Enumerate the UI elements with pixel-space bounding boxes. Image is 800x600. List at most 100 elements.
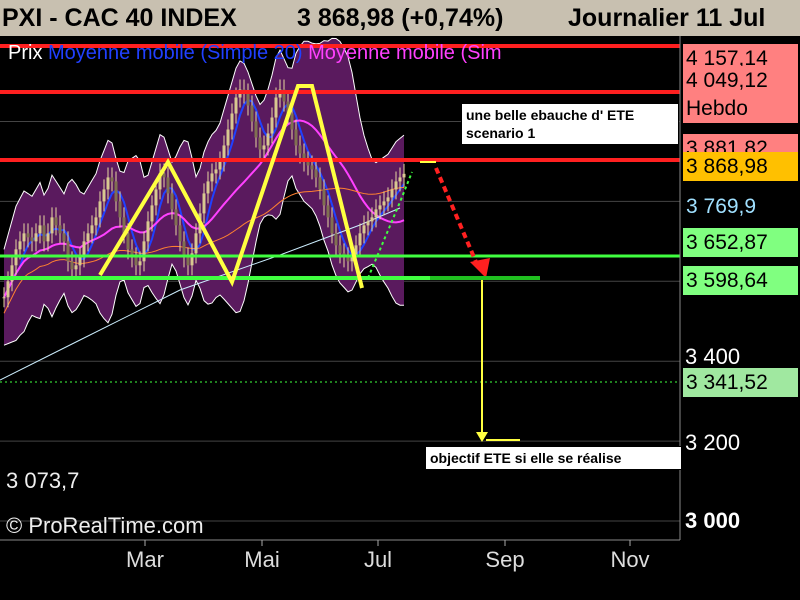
candle-body <box>150 205 154 222</box>
candle-body <box>126 233 130 250</box>
candle-body <box>330 217 334 234</box>
candle-body <box>246 93 250 106</box>
candle-body <box>102 189 106 202</box>
candle-body <box>138 261 142 266</box>
candle-body <box>326 205 330 218</box>
candle-body <box>378 205 382 210</box>
candle-body <box>274 97 278 118</box>
candle-body <box>186 257 190 266</box>
candle-body <box>70 261 74 270</box>
candle-body <box>118 201 122 218</box>
price-tag-6: 3 652,87 <box>683 228 798 257</box>
candle-body <box>26 233 30 238</box>
candle-body <box>62 233 66 242</box>
candle-body <box>386 197 390 202</box>
candle-body <box>258 137 262 150</box>
candle-body <box>390 189 394 198</box>
x-axis-ticks <box>144 540 631 546</box>
candle-body <box>250 105 254 122</box>
candle-body <box>78 257 82 266</box>
legend-ma-other: Moyenne mobile (Sim <box>308 42 502 64</box>
candle-body <box>382 201 386 206</box>
candle-body <box>134 257 138 266</box>
candle-body <box>346 257 350 262</box>
candle-body <box>146 221 150 242</box>
candle-body <box>66 241 70 262</box>
candle-body <box>310 165 314 170</box>
candle-body <box>166 177 170 194</box>
candle-body <box>226 129 230 146</box>
candle-body <box>142 241 146 262</box>
candle-body <box>38 225 42 234</box>
price-tag-8: 3 341,52 <box>683 368 798 397</box>
candle-body <box>54 217 58 226</box>
candle-body <box>178 225 182 242</box>
price-tag-7: 3 598,64 <box>683 266 798 295</box>
candle-body <box>18 241 22 250</box>
candle-body <box>362 225 366 234</box>
x-label-Nov: Nov <box>610 547 650 572</box>
candle-body <box>114 181 118 202</box>
candle-body <box>294 129 298 146</box>
candle-body <box>370 217 374 222</box>
candle-body <box>34 233 38 242</box>
candle-body <box>106 177 110 190</box>
candle-body <box>270 117 274 134</box>
candle-body <box>58 225 62 234</box>
price-tag-1: 4 049,12 <box>683 66 798 95</box>
ete-annotation-line1: une belle ebauche d' ETE <box>466 107 635 123</box>
candle-body <box>174 209 178 226</box>
legend-ma20: Moyenne mobile (Simple 20) <box>48 42 303 64</box>
legend-prix: Prix <box>8 42 43 64</box>
candle-body <box>22 233 26 242</box>
x-label-Jul: Jul <box>363 547 393 572</box>
candle-body <box>290 113 294 130</box>
candle-body <box>218 161 222 170</box>
candle-body <box>42 225 46 242</box>
price-tag-5: 3 769,9 <box>683 192 798 221</box>
indicator-legend: Prix Moyenne mobile (Simple 20) Moyenne … <box>8 42 680 65</box>
candle-body <box>6 281 10 298</box>
candle-body <box>394 181 398 190</box>
price-tag-4: 3 868,98 <box>683 152 798 181</box>
ete-annotation: une belle ebauche d' ETE scenario 1 <box>461 103 679 145</box>
y-label-3000: 3 000 <box>685 508 741 533</box>
price-tag-2: Hebdo <box>683 94 798 123</box>
candle-body <box>358 233 362 246</box>
ete-annotation-line2: scenario 1 <box>466 125 536 141</box>
candle-body <box>322 189 326 206</box>
candle-body <box>298 145 302 154</box>
candle-body <box>50 217 54 234</box>
x-label-Sep: Sep <box>485 547 525 572</box>
candle-body <box>206 181 210 194</box>
x-label-Mar: Mar <box>126 547 164 572</box>
candle-body <box>110 177 114 182</box>
candle-body <box>74 265 78 270</box>
y-label-3200: 3 200 <box>685 430 741 455</box>
min-value-label: 3 073,7 <box>6 468 80 493</box>
candle-body <box>234 97 238 114</box>
price-chart[interactable] <box>0 0 800 600</box>
candle-body <box>262 145 266 150</box>
objective-annotation: objectif ETE si elle se réalise <box>425 446 682 470</box>
candle-body <box>202 193 206 214</box>
candle-body <box>154 189 158 206</box>
candle-body <box>30 237 34 242</box>
candle-body <box>46 233 50 242</box>
candle-body <box>314 169 318 178</box>
y-label-3400: 3 400 <box>685 344 741 369</box>
candle-body <box>306 161 310 166</box>
watermark: © ProRealTime.com <box>6 513 204 538</box>
candle-body <box>214 169 218 174</box>
candle-body <box>338 245 342 254</box>
candle-body <box>398 177 402 182</box>
candle-body <box>94 217 98 226</box>
candle-body <box>90 225 94 234</box>
candle-body <box>334 233 338 246</box>
candle-body <box>194 233 198 254</box>
candle-body <box>374 209 378 218</box>
candle-body <box>170 193 174 210</box>
candle-body <box>2 297 6 299</box>
candle-body <box>254 121 258 138</box>
candle-body <box>98 201 102 218</box>
